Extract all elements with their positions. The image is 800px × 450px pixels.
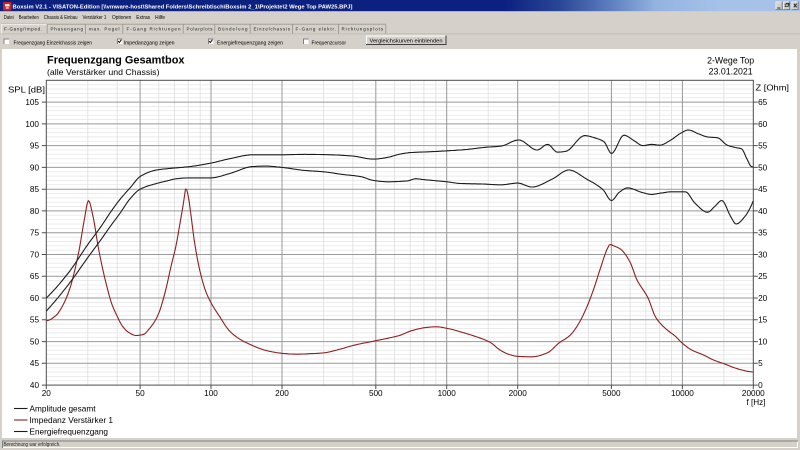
svg-text:Hilfe: Hilfe [155,15,165,21]
svg-text:max. Pegel: max. Pegel [89,26,120,31]
svg-text:Frequenzgang Einzelchassis zei: Frequenzgang Einzelchassis zeigen [14,40,93,46]
svg-text:Bündelung: Bündelung [218,26,248,31]
svg-text:30: 30 [758,250,768,259]
svg-text:20: 20 [758,294,768,303]
svg-text:500: 500 [369,389,383,398]
svg-text:Frequenzgang Gesamtbox: Frequenzgang Gesamtbox [47,54,185,66]
svg-text:55: 55 [758,142,768,151]
svg-text:70: 70 [30,250,40,259]
svg-text:Impedanzgang zeigen: Impedanzgang zeigen [124,40,175,46]
svg-text:5: 5 [758,359,763,368]
svg-text:65: 65 [758,98,768,107]
svg-text:50: 50 [136,389,146,398]
svg-text:50: 50 [30,337,40,346]
svg-text:Amplitude gesamt: Amplitude gesamt [30,403,97,413]
svg-text:Boxsim V2.1 - VISATON-Edition: Boxsim V2.1 - VISATON-Edition [\\vmware-… [13,4,353,10]
svg-text:23.01.2021: 23.01.2021 [709,66,753,76]
svg-text:Frequenzcursor: Frequenzcursor [312,40,347,46]
svg-text:10: 10 [758,337,768,346]
svg-text:100: 100 [204,389,218,398]
svg-text:Optionen: Optionen [112,15,131,21]
svg-text:25: 25 [758,272,768,281]
svg-text:Berechnung war erfolgreich.: Berechnung war erfolgreich. [4,442,61,448]
svg-text:10000: 10000 [671,389,694,398]
svg-text:F-Gang Richtungen: F-Gang Richtungen [127,26,181,31]
svg-text:f [Hz]: f [Hz] [746,398,765,407]
svg-text:20: 20 [42,389,52,398]
svg-text:35: 35 [758,229,768,238]
svg-text:Extras: Extras [136,15,150,21]
svg-text:1000: 1000 [438,389,457,398]
svg-text:Energiefrequenzgang: Energiefrequenzgang [30,426,109,436]
svg-text:75: 75 [30,229,40,238]
svg-text:F-Gang elektr.: F-Gang elektr. [296,26,337,31]
svg-text:200: 200 [275,389,289,398]
svg-text:2000: 2000 [509,389,528,398]
svg-text:80: 80 [30,207,40,216]
svg-text:Datei: Datei [4,15,14,21]
svg-text:40: 40 [30,381,40,390]
svg-text:SPL [dB]: SPL [dB] [8,85,45,95]
svg-text:Phasengang: Phasengang [51,26,84,31]
svg-text:Z [Ohm]: Z [Ohm] [756,82,790,92]
svg-text:60: 60 [30,294,40,303]
svg-text:Chassis & Einbau: Chassis & Einbau [44,15,78,21]
svg-text:85: 85 [30,185,40,194]
svg-text:90: 90 [30,163,40,172]
svg-text:15: 15 [758,316,768,325]
svg-text:60: 60 [758,120,768,129]
svg-text:Impedanz Verstärker 1: Impedanz Verstärker 1 [30,415,114,425]
svg-text:Richtungsplots: Richtungsplots [342,26,384,31]
svg-text:95: 95 [30,142,40,151]
svg-text:50: 50 [758,163,768,172]
svg-text:40: 40 [758,207,768,216]
svg-text:F-Gang/Imped.: F-Gang/Imped. [4,26,42,31]
svg-text:5000: 5000 [602,389,621,398]
svg-text:2-Wege Top: 2-Wege Top [707,56,754,66]
svg-text:Bearbeiten: Bearbeiten [19,15,39,21]
svg-text:Verstärker 1: Verstärker 1 [83,15,107,21]
svg-text:Vergleichskurven einblenden: Vergleichskurven einblenden [370,39,443,45]
svg-text:(alle Verstärker und Chassis): (alle Verstärker und Chassis) [47,67,160,77]
svg-text:45: 45 [30,359,40,368]
svg-text:Einzelchassis: Einzelchassis [254,26,291,31]
svg-text:105: 105 [25,98,39,107]
svg-text:45: 45 [758,185,768,194]
svg-text:100: 100 [25,120,39,129]
svg-text:Polarplots: Polarplots [187,26,214,31]
svg-text:55: 55 [30,316,40,325]
svg-text:65: 65 [30,272,40,281]
svg-text:Energiefrequenzgang zeigen: Energiefrequenzgang zeigen [217,40,283,46]
